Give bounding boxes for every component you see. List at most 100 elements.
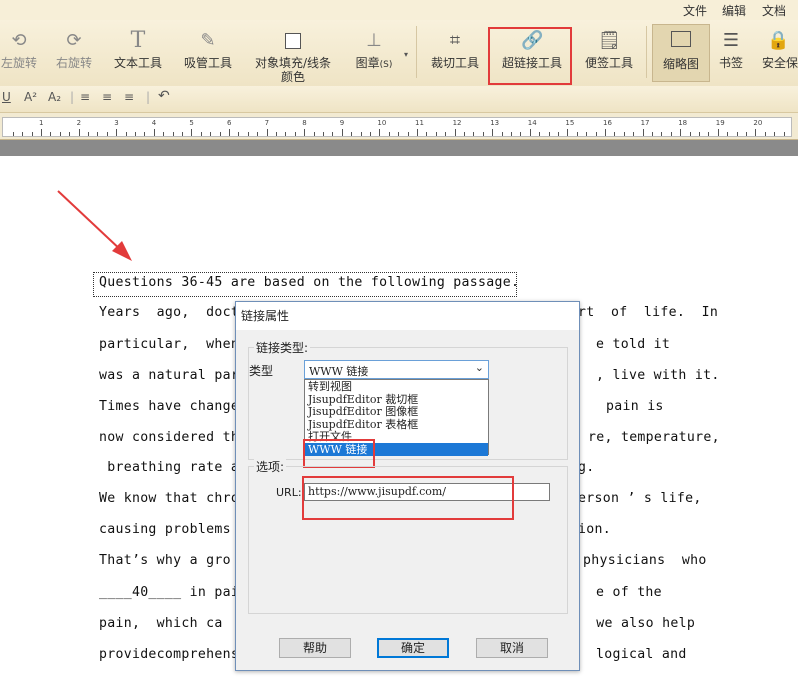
document-line: ____40____ in pai — [99, 585, 240, 600]
toolbar-separator — [646, 26, 647, 78]
ruler-number: 20 — [753, 119, 763, 127]
ruler-tick — [266, 129, 268, 136]
ruler-number: 5 — [189, 119, 194, 127]
document-line: Questions 36-45 are based on the followi… — [99, 275, 520, 290]
ruler-tick — [304, 129, 306, 136]
menu-bar: 文件 编辑 文档 — [0, 0, 798, 20]
ruler-number: 3 — [114, 119, 119, 127]
thumbnails-icon — [671, 31, 691, 47]
align-left-icon[interactable]: ≡ — [80, 90, 90, 104]
ruler-tick — [708, 132, 710, 136]
document-line: Years ago, docto — [99, 305, 248, 320]
ruler-tick — [492, 129, 494, 136]
ruler-tick — [699, 132, 700, 136]
text-tool-button[interactable]: T 文本工具 — [110, 20, 166, 86]
ruler-tick — [22, 132, 24, 136]
menu-file[interactable]: 文件 — [683, 2, 707, 19]
ruler-tick — [153, 129, 155, 136]
ruler-tick — [144, 132, 146, 136]
link-type-select[interactable]: WWW 链接 ⌄ — [304, 360, 489, 379]
ruler-tick — [285, 132, 287, 136]
document-line-continuation: ion. — [578, 522, 611, 537]
document-line: was a natural par — [99, 368, 240, 383]
link-type-option[interactable]: JisupdfEditor 图像框 — [305, 405, 488, 418]
ruler-tick — [172, 132, 174, 136]
document-line-continuation: , live with it. — [596, 368, 720, 383]
ruler-tick — [200, 132, 202, 136]
ruler-tick — [12, 132, 14, 136]
document-line-continuation: g. — [578, 460, 595, 475]
url-highlight-box — [302, 476, 514, 520]
link-type-option[interactable]: 转到视图 — [305, 380, 488, 393]
document-line: pain, which ca — [99, 616, 223, 631]
ruler-tick — [473, 132, 475, 136]
ruler-tick — [50, 132, 52, 136]
ruler-number: 13 — [490, 119, 500, 127]
ruler-tick — [88, 132, 89, 136]
bookmarks-button[interactable]: ☰ 书签 — [712, 20, 750, 86]
subscript-button[interactable]: A₂ — [48, 90, 61, 104]
undo-icon[interactable]: ↶ — [158, 88, 170, 104]
ruler-number: 6 — [227, 119, 232, 127]
ruler-tick — [576, 132, 578, 136]
toolbar-separator — [416, 26, 417, 78]
ruler-tick — [614, 132, 616, 136]
ruler-number: 4 — [151, 119, 157, 127]
superscript-button[interactable]: A² — [24, 90, 37, 104]
ruler-tick — [106, 132, 108, 136]
document-line: providecomprehens — [99, 647, 240, 662]
stamp-tool-button[interactable]: ⊥ 图章(S) — [350, 20, 398, 86]
ruler-tick — [31, 132, 33, 136]
ruler-tick — [238, 132, 240, 136]
document-line: breathing rate a — [99, 460, 240, 475]
rotate-left-button[interactable]: ⟲ 左旋转 — [0, 20, 38, 86]
link-type-option[interactable]: JisupdfEditor 表格框 — [305, 418, 488, 431]
eyedropper-tool-button[interactable]: ✎ 吸管工具 — [180, 20, 236, 86]
crop-tool-button[interactable]: ⌗ 裁切工具 — [426, 20, 484, 86]
ruler-tick — [59, 132, 61, 136]
ruler-number: 11 — [415, 119, 424, 127]
align-center-icon[interactable]: ≡ — [102, 90, 112, 104]
format-toolbar: U A² A₂ | ≡ ≡ ≡ | ↶ — [0, 86, 798, 113]
ruler-tick — [210, 132, 212, 136]
ruler-number: 7 — [264, 119, 270, 127]
chevron-down-icon[interactable]: ⌄ — [475, 361, 484, 374]
ruler-tick — [341, 129, 343, 136]
menu-document[interactable]: 文档 — [762, 2, 786, 19]
ruler-tick — [370, 132, 371, 136]
ruler-tick — [398, 132, 400, 136]
ribbon-toolbar: ⟲ 左旋转 ⟳ 右旋转 T 文本工具 ✎ 吸管工具 对象填充/线条 颜色 ⊥ 图… — [0, 20, 798, 87]
ruler-number: 15 — [565, 119, 575, 127]
ruler-tick — [567, 129, 569, 136]
ok-button[interactable]: 确定 — [377, 638, 449, 658]
stamp-dropdown-arrow-icon[interactable]: ▾ — [404, 50, 408, 59]
ruler-tick — [548, 132, 550, 136]
ruler-tick — [125, 132, 127, 136]
ruler-tick — [116, 129, 118, 136]
document-line: now considered th — [99, 430, 240, 445]
thumbnails-button[interactable]: 缩略图 — [652, 24, 710, 82]
ruler-tick — [407, 132, 409, 136]
rotate-right-button[interactable]: ⟳ 右旋转 — [52, 20, 96, 86]
document-line: We know that chro — [99, 491, 240, 506]
align-right-icon[interactable]: ≡ — [124, 90, 134, 104]
ruler-tick — [69, 132, 71, 136]
ruler-tick — [501, 132, 503, 136]
link-type-option[interactable]: JisupdfEditor 裁切框 — [305, 393, 488, 406]
url-label: URL: — [276, 486, 302, 499]
object-fill-line-color-button[interactable]: 对象填充/线条 颜色 — [250, 20, 336, 86]
help-button[interactable]: 帮助 — [279, 638, 351, 658]
security-button[interactable]: 🔒 安全保 — [758, 20, 798, 86]
ruler-tick — [774, 132, 776, 136]
document-line-continuation: erson ’ s life, — [578, 491, 702, 506]
menu-edit[interactable]: 编辑 — [722, 2, 746, 19]
sticky-note-tool-button[interactable]: 🗒 便签工具 — [580, 20, 638, 86]
ruler-tick — [276, 132, 277, 136]
ruler-tick — [351, 132, 353, 136]
toolbar-separator: | — [146, 90, 151, 104]
cancel-button[interactable]: 取消 — [476, 638, 548, 658]
ruler-number: 9 — [339, 119, 345, 127]
text-t-icon: T — [130, 28, 146, 53]
ruler-tick — [454, 129, 456, 136]
underline-button[interactable]: U — [2, 90, 11, 104]
